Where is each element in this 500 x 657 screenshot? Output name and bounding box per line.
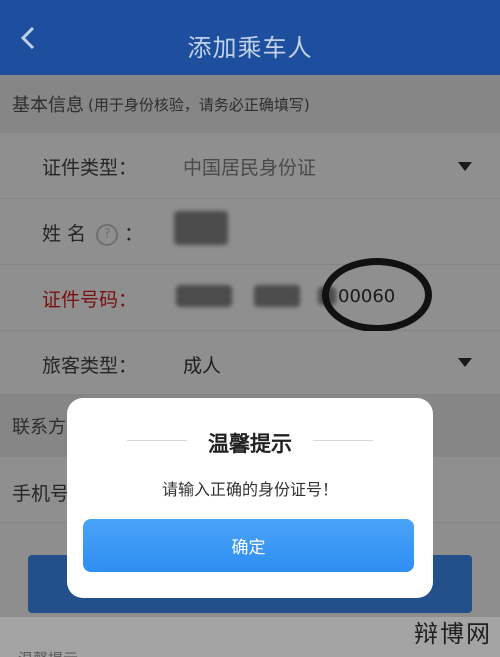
watermark-text: 辩博网	[414, 620, 492, 648]
phone-label: 手机号	[12, 483, 70, 505]
nav-header: 添加乘车人	[0, 0, 500, 75]
confirm-button[interactable]: 确定	[83, 519, 414, 572]
passenger-type-row[interactable]: 旅客类型： 成人	[0, 331, 500, 395]
redacted-name	[174, 211, 228, 245]
basic-info-section-header: 基本信息 (用于身份核验，请务必正确填写)	[0, 75, 500, 133]
contact-section-title: 联系方	[12, 417, 66, 438]
bottom-tips-text: 温馨提示	[18, 648, 78, 657]
id-type-value: 中国居民身份证	[183, 157, 317, 179]
name-label: 姓 名	[42, 223, 87, 245]
name-label-group: 姓 名 ? ：	[42, 219, 143, 246]
basic-info-note: (用于身份核验，请务必正确填写)	[88, 95, 310, 114]
dropdown-arrow-icon	[458, 162, 472, 171]
redacted-id-part-2	[254, 285, 300, 307]
dialog-message: 请输入正确的身份证号！	[161, 480, 338, 499]
warning-dialog: 温馨提示 请输入正确的身份证号！ 确定	[67, 398, 433, 598]
hand-drawn-circle-annotation	[322, 258, 432, 332]
name-row[interactable]: 姓 名 ? ：	[0, 199, 500, 265]
dropdown-arrow-icon	[458, 358, 472, 367]
id-type-label: 证件类型：	[42, 157, 138, 179]
dialog-title: 温馨提示	[208, 432, 292, 456]
page-title: 添加乘车人	[187, 34, 313, 62]
basic-info-title: 基本信息	[12, 95, 84, 116]
passenger-type-label: 旅客类型：	[42, 355, 138, 377]
help-icon[interactable]: ?	[96, 223, 119, 246]
id-type-row[interactable]: 证件类型： 中国居民身份证	[0, 133, 500, 199]
redacted-id-part-1	[176, 285, 232, 307]
id-number-label: 证件号码：	[42, 289, 138, 311]
passenger-type-value: 成人	[183, 355, 222, 377]
name-colon: ：	[124, 223, 144, 245]
